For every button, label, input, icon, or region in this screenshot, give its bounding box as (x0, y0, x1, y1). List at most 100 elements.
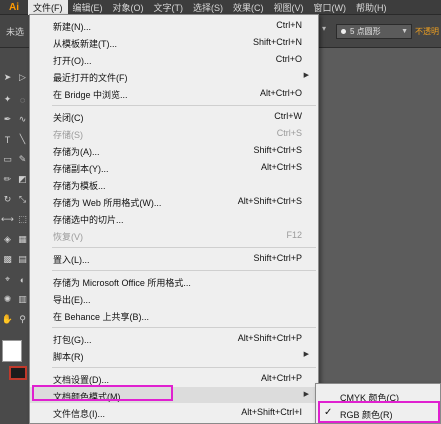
menu-select[interactable]: 选择(S) (188, 0, 228, 15)
menu-item-save-for-office[interactable]: 存储为 Microsoft Office 所用格式... (30, 273, 318, 289)
menu-item-browse-in-bridge[interactable]: 在 Bridge 中浏览... Alt+Ctrl+O (30, 85, 318, 101)
rectangle-tool-icon[interactable]: ▭ (0, 152, 15, 167)
eraser-icon[interactable]: ◩ (15, 172, 30, 187)
annotation-highlight-rgb (318, 401, 440, 423)
selection-status: 未选 (6, 27, 25, 37)
menu-item-label: 关闭(C) (53, 113, 84, 123)
hand-tool-icon[interactable]: ✋ (0, 312, 15, 327)
menu-item-shortcut: Alt+Ctrl+P (260, 373, 302, 383)
menu-type[interactable]: 文字(T) (149, 0, 189, 15)
line-tool-icon[interactable]: ╲ (15, 132, 30, 147)
menu-object[interactable]: 对象(O) (108, 0, 149, 15)
menu-item-label: 打包(G)... (53, 335, 92, 345)
menu-bar: Ai 文件(F) 编辑(E) 对象(O) 文字(T) 选择(S) 效果(C) 视… (0, 0, 441, 15)
paintbrush-icon[interactable]: ✎ (15, 152, 30, 167)
menu-item-save-for-web[interactable]: 存储为 Web 所用格式(W)... Alt+Shift+Ctrl+S (30, 193, 318, 209)
menu-item-label: 存储副本(Y)... (53, 164, 109, 174)
menu-item-save-as[interactable]: 存储为(A)... Shift+Ctrl+S (30, 142, 318, 158)
stroke-swatch[interactable] (9, 366, 27, 380)
menu-item-label: 在 Behance 上共享(B)... (53, 312, 150, 322)
menu-separator (52, 270, 316, 271)
menu-item-place[interactable]: 置入(L)... Shift+Ctrl+P (30, 250, 318, 266)
annotation-highlight-color-mode (32, 385, 173, 401)
menu-item-package[interactable]: 打包(G)... Alt+Shift+Ctrl+P (30, 330, 318, 346)
menu-item-shortcut: Alt+Shift+Ctrl+P (237, 333, 302, 343)
mesh-icon[interactable]: ▩ (0, 252, 15, 267)
menu-item-label: 存储为 Microsoft Office 所用格式... (53, 278, 191, 288)
menu-item-shortcut: Alt+Ctrl+O (259, 88, 302, 98)
lasso-icon[interactable]: ◌ (15, 92, 30, 107)
menu-item-save[interactable]: 存储(S) Ctrl+S (30, 125, 318, 141)
menu-item-save-as-template[interactable]: 存储为模板... (30, 176, 318, 192)
menu-separator (52, 247, 316, 248)
menu-item-shortcut: Shift+Ctrl+S (253, 145, 302, 155)
menu-item-new-from-template[interactable]: 从模板新建(T)... Shift+Ctrl+N (30, 34, 318, 50)
selection-tool-icon[interactable]: ➤ (0, 70, 15, 85)
menu-item-save-selected-slices[interactable]: 存储选中的切片... (30, 210, 318, 226)
brush-select-value: 5 点圆形 (350, 27, 381, 36)
menu-item-open-recent[interactable]: 最近打开的文件(F) ▶ (30, 68, 318, 84)
menu-file[interactable]: 文件(F) (28, 0, 68, 15)
shape-builder-icon[interactable]: ◈ (0, 232, 15, 247)
free-transform-icon[interactable]: ⬚ (15, 212, 30, 227)
tools-panel: ➤ ▷ ✦ ◌ ✒ ∿ T ╲ ▭ ✎ ✏ ◩ ↻ ⤡ ⟷ ⬚ ◈ ▦ ▩ ▤ … (0, 48, 32, 424)
menu-item-shortcut: Alt+Shift+Ctrl+S (237, 196, 302, 206)
menu-item-label: 新建(N)... (53, 22, 91, 32)
pen-tool-icon[interactable]: ✒ (0, 112, 15, 127)
menu-item-save-copy[interactable]: 存储副本(Y)... Alt+Ctrl+S (30, 159, 318, 175)
menu-window[interactable]: 窗口(W) (309, 0, 352, 15)
eyedropper-icon[interactable]: ⌖ (0, 272, 15, 287)
menu-view[interactable]: 视图(V) (269, 0, 309, 15)
rotate-icon[interactable]: ↻ (0, 192, 15, 207)
menu-item-label: 从模板新建(T)... (53, 39, 117, 49)
menu-item-label: 存储为 Web 所用格式(W)... (53, 198, 162, 208)
menu-item-label: 存储(S) (53, 130, 83, 140)
menu-separator (52, 327, 316, 328)
menu-item-share-behance[interactable]: 在 Behance 上共享(B)... (30, 307, 318, 323)
menu-item-shortcut: Ctrl+N (276, 20, 302, 30)
menu-item-open[interactable]: 打开(O)... Ctrl+O (30, 51, 318, 67)
menu-item-export[interactable]: 导出(E)... (30, 290, 318, 306)
menu-item-scripts[interactable]: 脚本(R) ▶ (30, 347, 318, 363)
chevron-right-icon: ▶ (303, 72, 309, 79)
type-tool-icon[interactable]: T (0, 132, 15, 147)
menu-help[interactable]: 帮助(H) (351, 0, 392, 15)
menu-item-label: 置入(L)... (53, 255, 90, 265)
menu-item-revert[interactable]: 恢复(V) F12 (30, 227, 318, 243)
menu-item-label: 打开(O)... (53, 56, 92, 66)
menu-item-file-info[interactable]: 文件信息(I)... Alt+Shift+Ctrl+I (30, 404, 318, 420)
menu-item-shortcut: Alt+Shift+Ctrl+I (241, 407, 302, 417)
menu-edit[interactable]: 编辑(E) (68, 0, 108, 15)
menu-item-label: 导出(E)... (53, 295, 91, 305)
pencil-icon[interactable]: ✏ (0, 172, 15, 187)
brush-select[interactable]: 5 点圆形 ▼ (336, 24, 412, 39)
menu-item-new[interactable]: 新建(N)... Ctrl+N (30, 17, 318, 33)
magic-wand-icon[interactable]: ✦ (0, 92, 15, 107)
chevron-right-icon: ▶ (303, 391, 309, 398)
menu-separator (52, 367, 316, 368)
perspective-icon[interactable]: ▦ (15, 232, 30, 247)
menu-item-shortcut: Shift+Ctrl+N (252, 37, 302, 47)
gradient-icon[interactable]: ▤ (15, 252, 30, 267)
blend-icon[interactable]: ◐ (15, 272, 30, 287)
fill-swatch[interactable] (2, 340, 22, 362)
menu-item-document-setup[interactable]: 文档设置(D)... Alt+Ctrl+P (30, 370, 318, 386)
chevron-down-icon[interactable]: ▾ (322, 24, 332, 37)
curvature-icon[interactable]: ∿ (15, 112, 30, 127)
zoom-tool-icon[interactable]: ⚲ (15, 312, 30, 327)
menu-effect[interactable]: 效果(C) (228, 0, 269, 15)
opacity-label[interactable]: 不透明 (415, 26, 439, 37)
width-tool-icon[interactable]: ⟷ (0, 212, 15, 227)
dot-icon (341, 29, 346, 34)
file-menu-dropdown: 新建(N)... Ctrl+N 从模板新建(T)... Shift+Ctrl+N… (29, 14, 319, 424)
scale-icon[interactable]: ⤡ (15, 192, 30, 207)
menu-item-label: 最近打开的文件(F) (53, 73, 128, 83)
direct-selection-tool-icon[interactable]: ▷ (15, 70, 30, 85)
menu-item-label: 存储选中的切片... (53, 215, 124, 225)
symbol-sprayer-icon[interactable]: ✺ (0, 292, 15, 307)
menu-item-label: 文件信息(I)... (53, 409, 105, 419)
column-graph-icon[interactable]: ▥ (15, 292, 30, 307)
menu-separator (52, 105, 316, 106)
menu-item-shortcut: F12 (286, 230, 302, 240)
menu-item-close[interactable]: 关闭(C) Ctrl+W (30, 108, 318, 124)
